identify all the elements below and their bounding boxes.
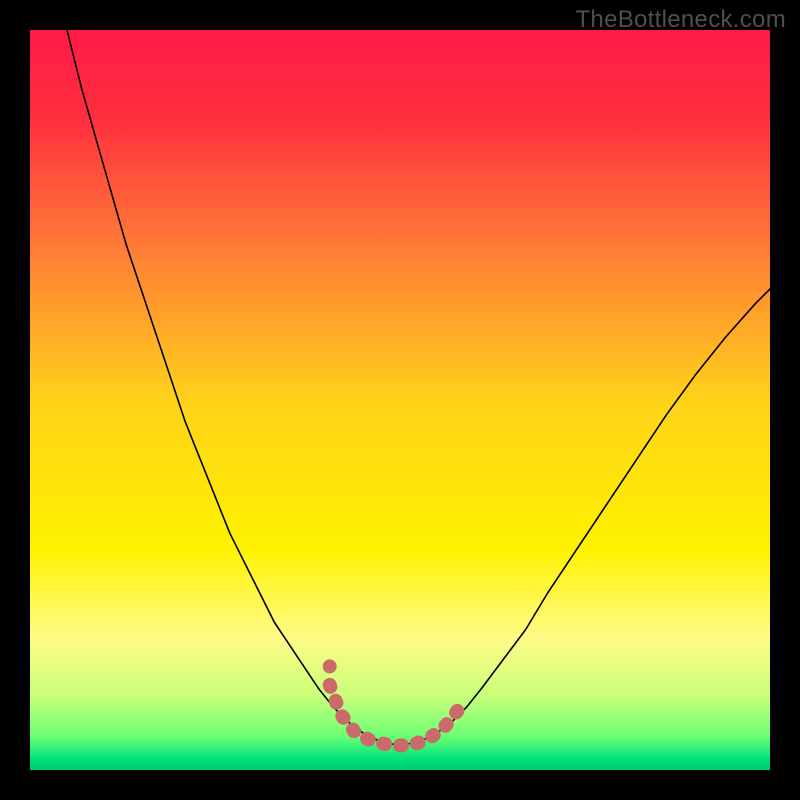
- marker-dot: [323, 659, 337, 673]
- plot-area: [30, 30, 770, 770]
- gradient-background: [30, 30, 770, 770]
- chart-svg: [30, 30, 770, 770]
- chart-frame: TheBottleneck.com: [0, 0, 800, 800]
